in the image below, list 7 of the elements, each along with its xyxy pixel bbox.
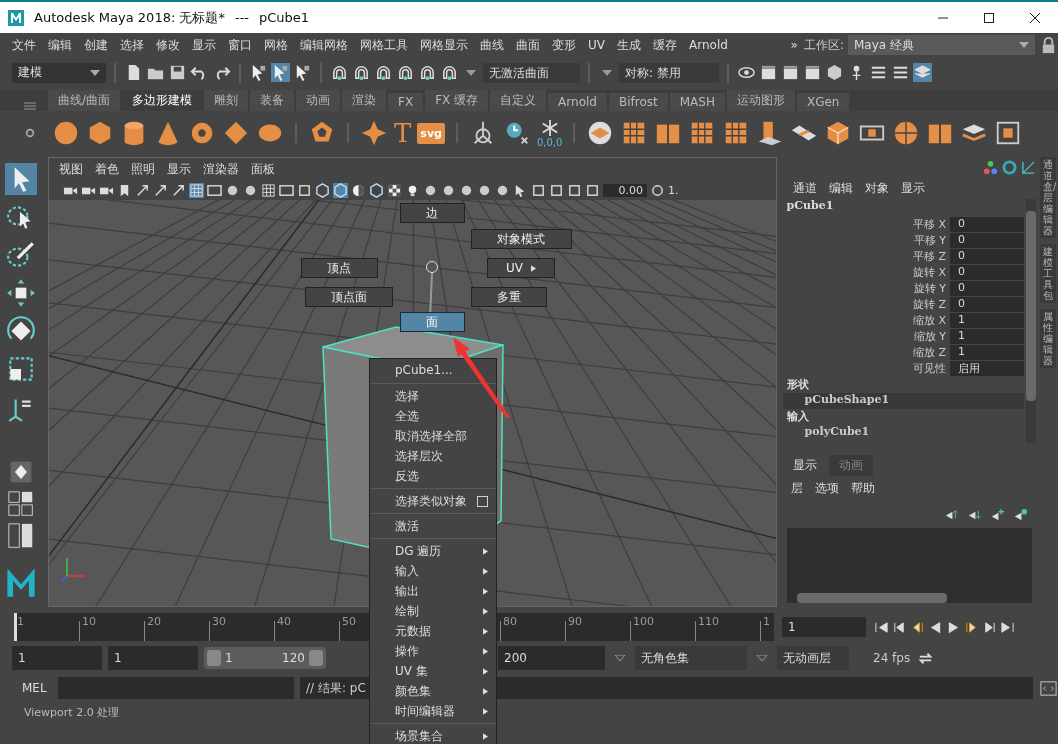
- window-title: Autodesk Maya 2018: 无标题*: [34, 8, 225, 27]
- window-title: ---: [234, 10, 249, 25]
- workspace-label: 工作区:: [803, 36, 844, 54]
- window-title: pCube1: [259, 10, 310, 25]
- status-text: Viewport 2.0 处理: [24, 705, 120, 721]
- section-heading: 输入: [785, 409, 810, 425]
- section-heading: 形状: [785, 377, 810, 393]
